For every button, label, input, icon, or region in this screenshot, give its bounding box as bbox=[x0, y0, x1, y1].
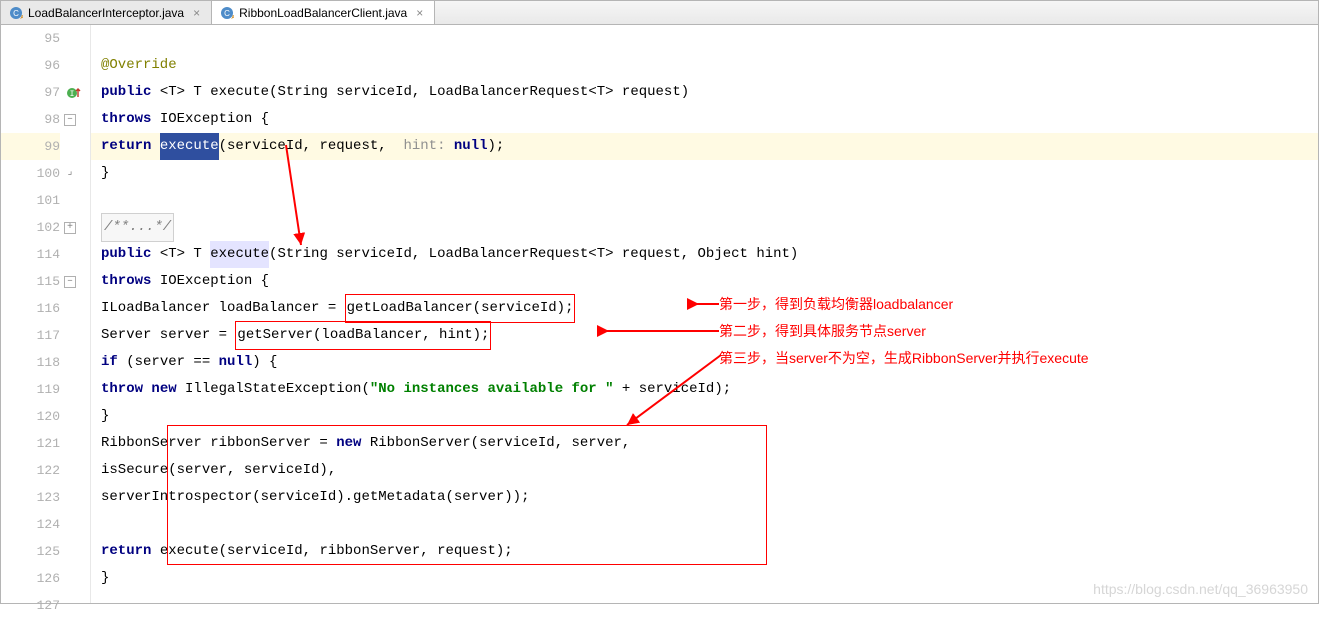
watermark: https://blog.csdn.net/qq_36963950 bbox=[1093, 581, 1308, 597]
line-number: 120 bbox=[37, 409, 60, 424]
highlighted-code-step1: getLoadBalancer(serviceId); bbox=[345, 294, 576, 323]
annotation-step2: 第二步，得到具体服务节点server bbox=[719, 318, 926, 345]
line-number: 117 bbox=[37, 328, 60, 343]
line-number: 97 bbox=[44, 85, 60, 100]
fold-toggle-icon[interactable]: – bbox=[64, 114, 76, 126]
override-gutter-icon[interactable]: I bbox=[66, 85, 82, 101]
tab-ribbonloadbalancerclient[interactable]: CA RibbonLoadBalancerClient.java × bbox=[212, 1, 435, 24]
annotation: @Override bbox=[101, 52, 177, 79]
annotation-step1: 第一步，得到负载均衡器loadbalancer bbox=[719, 291, 953, 318]
keyword: throws bbox=[101, 106, 151, 133]
line-number: 126 bbox=[37, 571, 60, 586]
annotation-step3: 第三步，当server不为空，生成RibbonServer并执行execute bbox=[719, 345, 1089, 372]
line-number: 121 bbox=[37, 436, 60, 451]
line-number: 127 bbox=[37, 598, 60, 613]
code-editor[interactable]: 95 96 97 I 98 – 99 100 ⌟ 101 102 + 114 1… bbox=[1, 25, 1318, 603]
keyword: return bbox=[101, 133, 160, 160]
line-number: 102 bbox=[37, 220, 60, 235]
string-literal: "No instances available for " bbox=[370, 376, 614, 403]
usage-highlight: execute bbox=[210, 241, 269, 268]
line-number: 119 bbox=[37, 382, 60, 397]
line-number: 114 bbox=[37, 247, 60, 262]
fold-toggle-icon[interactable]: ⌟ bbox=[64, 168, 76, 180]
line-number: 101 bbox=[37, 193, 60, 208]
line-number-gutter: 95 96 97 I 98 – 99 100 ⌟ 101 102 + 114 1… bbox=[1, 25, 91, 603]
close-icon[interactable]: × bbox=[416, 8, 426, 18]
svg-text:A: A bbox=[232, 15, 235, 20]
line-number: 123 bbox=[37, 490, 60, 505]
highlighted-code-step2: getServer(loadBalancer, hint); bbox=[235, 321, 491, 350]
close-icon[interactable]: × bbox=[193, 8, 203, 18]
selected-text: execute bbox=[160, 133, 219, 160]
java-class-icon: CA bbox=[220, 6, 234, 20]
line-number: 99 bbox=[44, 139, 60, 154]
svg-text:C: C bbox=[224, 9, 230, 18]
tab-loadbalancerinterceptor[interactable]: CA LoadBalancerInterceptor.java × bbox=[1, 1, 212, 24]
keyword: public bbox=[101, 79, 151, 106]
tab-label: LoadBalancerInterceptor.java bbox=[28, 6, 184, 20]
line-number: 100 bbox=[37, 166, 60, 181]
line-number: 96 bbox=[44, 58, 60, 73]
tab-label: RibbonLoadBalancerClient.java bbox=[239, 6, 407, 20]
svg-text:C: C bbox=[13, 9, 19, 18]
fold-toggle-icon[interactable]: – bbox=[64, 276, 76, 288]
line-number: 125 bbox=[37, 544, 60, 559]
folded-comment[interactable]: /**...*/ bbox=[101, 213, 174, 242]
fold-expand-icon[interactable]: + bbox=[64, 222, 76, 234]
java-class-icon: CA bbox=[9, 6, 23, 20]
code-area[interactable]: @Override public <T> T execute(String se… bbox=[91, 25, 1318, 603]
line-number: 124 bbox=[37, 517, 60, 532]
svg-text:A: A bbox=[21, 15, 24, 20]
line-number: 115 bbox=[37, 274, 60, 289]
line-number: 122 bbox=[37, 463, 60, 478]
parameter-hint: hint: bbox=[403, 133, 445, 160]
svg-text:I: I bbox=[70, 90, 75, 99]
line-number: 95 bbox=[44, 31, 60, 46]
line-number: 118 bbox=[37, 355, 60, 370]
editor-tab-bar: CA LoadBalancerInterceptor.java × CA Rib… bbox=[1, 1, 1318, 25]
line-number: 98 bbox=[44, 112, 60, 127]
line-number: 116 bbox=[37, 301, 60, 316]
